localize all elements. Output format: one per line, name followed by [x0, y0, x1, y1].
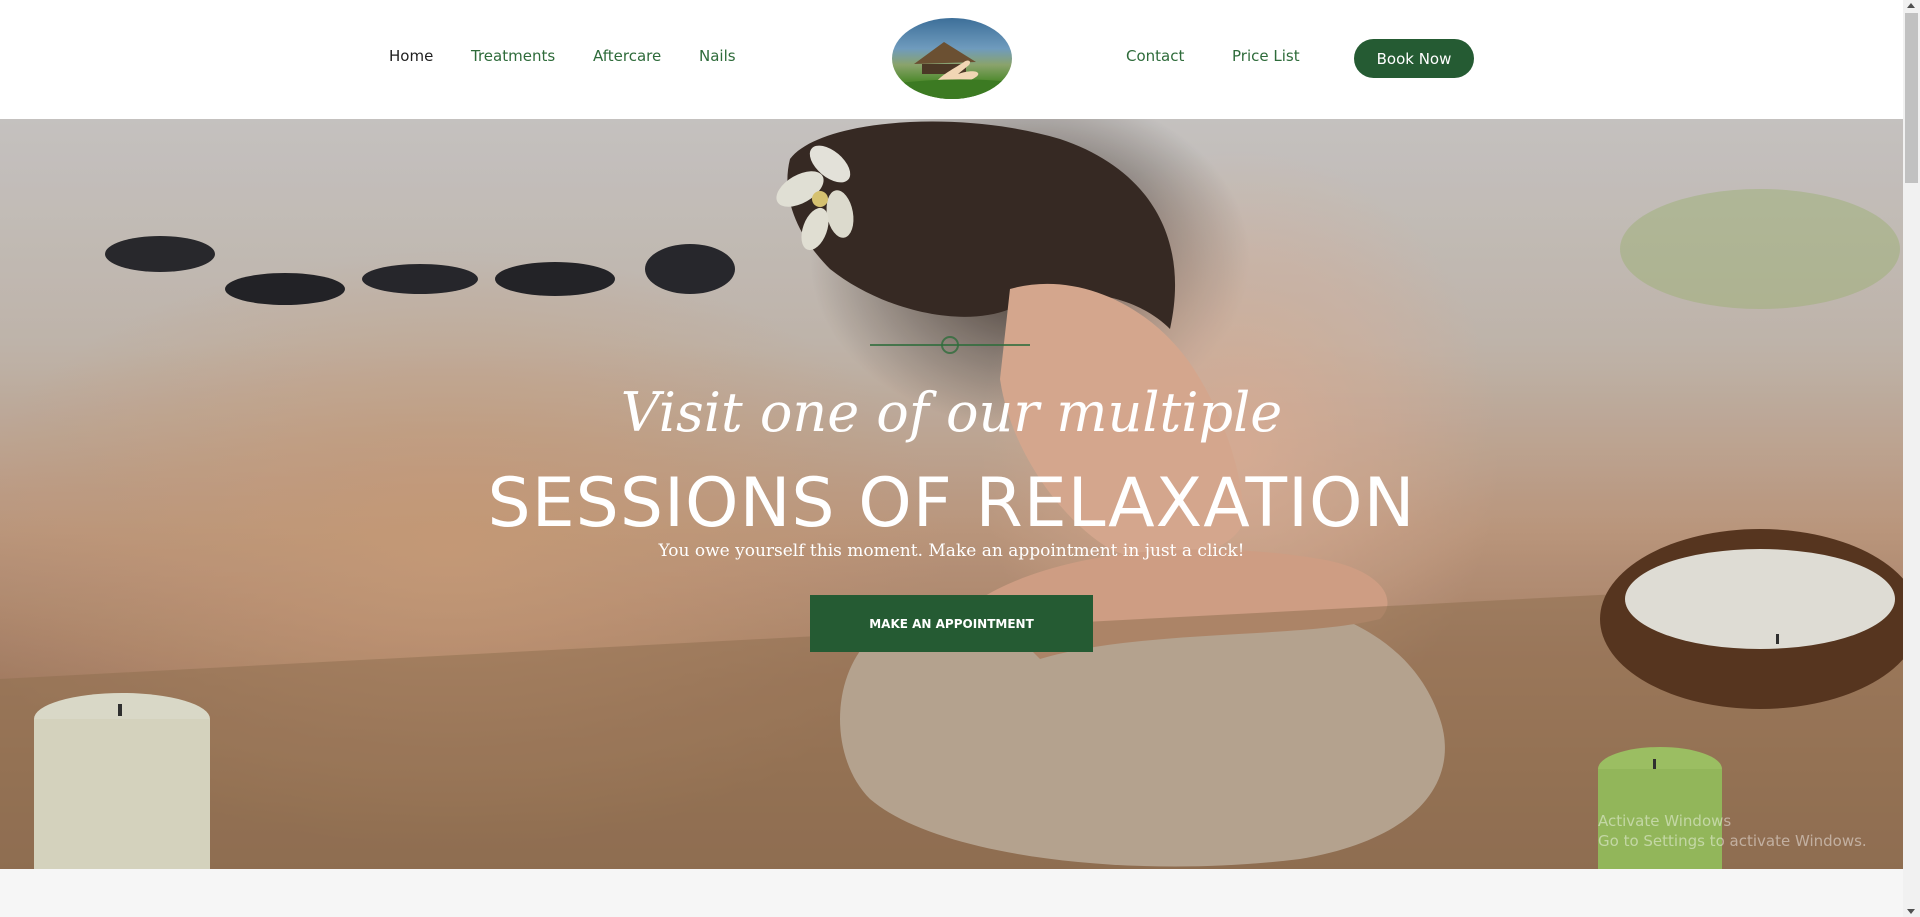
hero-subtitle: You owe yourself this moment. Make an ap… — [658, 541, 1245, 561]
scroll-thumb[interactable] — [1905, 13, 1918, 183]
scroll-up-icon[interactable] — [1907, 3, 1915, 8]
nav-price-list[interactable]: Price List — [1232, 47, 1300, 65]
nav-contact[interactable]: Contact — [1126, 47, 1184, 65]
hero-banner: Visit one of our multiple SESSIONS OF RE… — [0, 119, 1903, 869]
make-appointment-button[interactable]: MAKE AN APPOINTMENT — [810, 595, 1093, 652]
nav-treatments[interactable]: Treatments — [471, 47, 555, 65]
site-header: Home Treatments Aftercare Nails Contact … — [0, 0, 1903, 119]
hero-script-heading: Visit one of our multiple — [620, 381, 1283, 444]
watermark-line-1: Activate Windows — [1598, 812, 1732, 830]
nav-aftercare[interactable]: Aftercare — [593, 47, 661, 65]
scroll-down-icon[interactable] — [1907, 909, 1915, 914]
watermark-line-2: Go to Settings to activate Windows. — [1598, 832, 1867, 850]
page-scrollbar[interactable] — [1903, 0, 1920, 917]
nav-nails[interactable]: Nails — [699, 47, 736, 65]
spa-logo[interactable] — [892, 18, 1012, 99]
hero-title: SESSIONS OF RELAXATION — [487, 464, 1416, 543]
spa-hut-hand-logo-icon — [892, 42, 1012, 99]
nav-home[interactable]: Home — [389, 47, 433, 65]
book-now-button[interactable]: Book Now — [1354, 39, 1474, 78]
windows-activation-watermark: Activate Windows Go to Settings to activ… — [1598, 811, 1867, 851]
